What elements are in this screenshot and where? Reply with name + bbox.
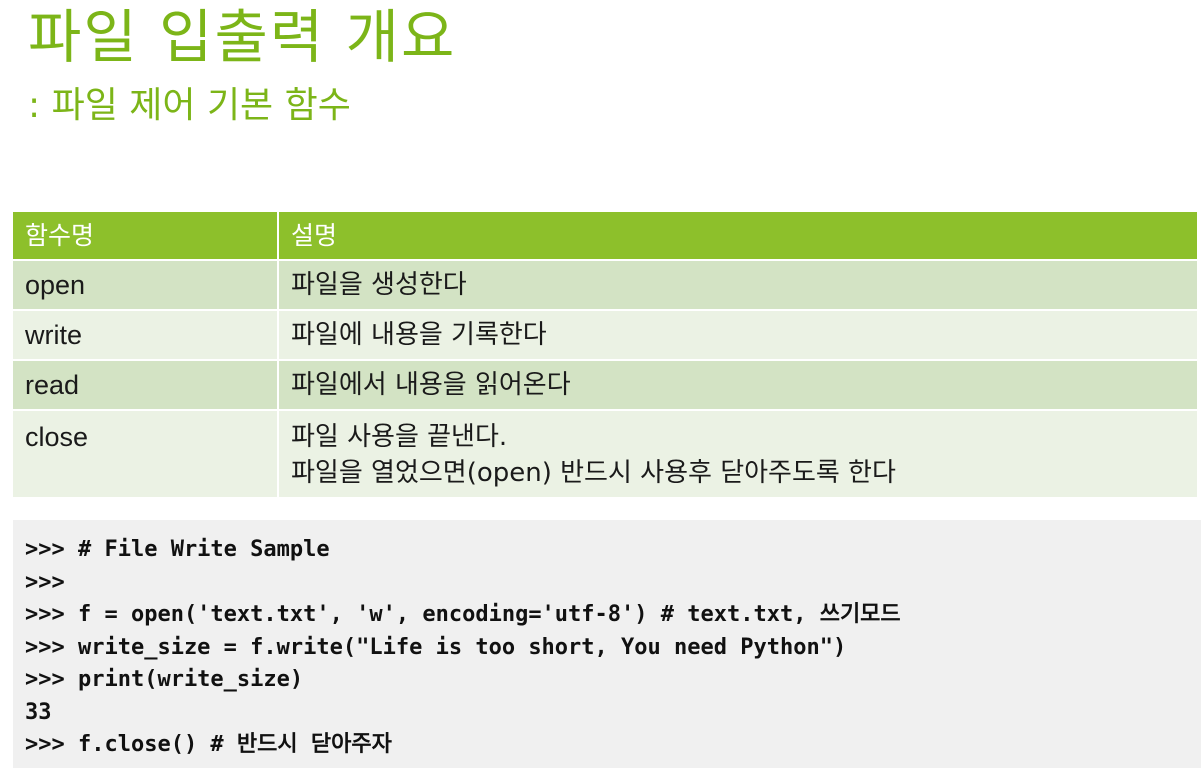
table-header-row: 함수명 설명 xyxy=(13,212,1199,261)
code-line: >>> # File Write Sample xyxy=(25,537,330,562)
code-line: >>> f.close() # 반드시 닫아주자 xyxy=(25,732,392,757)
function-name-cell: close xyxy=(13,410,279,499)
code-line: >>> write_size = f.write("Life is too sh… xyxy=(25,634,847,660)
function-table: 함수명 설명 open 파일을 생성한다 write 파일에 내용을 기록한다 … xyxy=(13,212,1199,499)
header-function-name: 함수명 xyxy=(13,212,279,261)
page-title: 파일 입출력 개요 xyxy=(28,3,457,71)
table-row: write 파일에 내용을 기록한다 xyxy=(13,310,1199,361)
description-cell: 파일 사용을 끝낸다. 파일을 열었으면(open) 반드시 사용후 닫아주도록… xyxy=(278,410,1199,499)
code-line: 33 xyxy=(25,699,52,725)
code-line: >>> print(write_size) xyxy=(25,667,304,692)
description-line: 파일에서 내용을 읽어온다 xyxy=(291,370,571,400)
description-line: 파일을 생성한다 xyxy=(291,270,467,300)
code-line: >>> xyxy=(25,569,65,595)
description-line: 파일 사용을 끝낸다. xyxy=(291,422,508,452)
function-name-cell: open xyxy=(13,260,279,311)
function-name-cell: read xyxy=(13,360,279,411)
table-row: open 파일을 생성한다 xyxy=(13,260,1199,311)
page-subtitle: : 파일 제어 기본 함수 xyxy=(28,85,351,126)
function-name-cell: write xyxy=(13,310,279,361)
description-cell: 파일에서 내용을 읽어온다 xyxy=(278,360,1199,411)
header-description: 설명 xyxy=(278,212,1199,261)
code-sample-block: >>> # File Write Sample >>> >>> f = open… xyxy=(13,520,1201,768)
description-cell: 파일을 생성한다 xyxy=(278,260,1199,311)
table-row: close 파일 사용을 끝낸다. 파일을 열었으면(open) 반드시 사용후… xyxy=(13,410,1199,499)
description-line: 파일을 열었으면(open) 반드시 사용후 닫아주도록 한다 xyxy=(291,458,896,488)
code-line: >>> f = open('text.txt', 'w', encoding='… xyxy=(25,602,901,627)
table-row: read 파일에서 내용을 읽어온다 xyxy=(13,360,1199,411)
description-cell: 파일에 내용을 기록한다 xyxy=(278,310,1199,361)
description-line: 파일에 내용을 기록한다 xyxy=(291,320,547,350)
